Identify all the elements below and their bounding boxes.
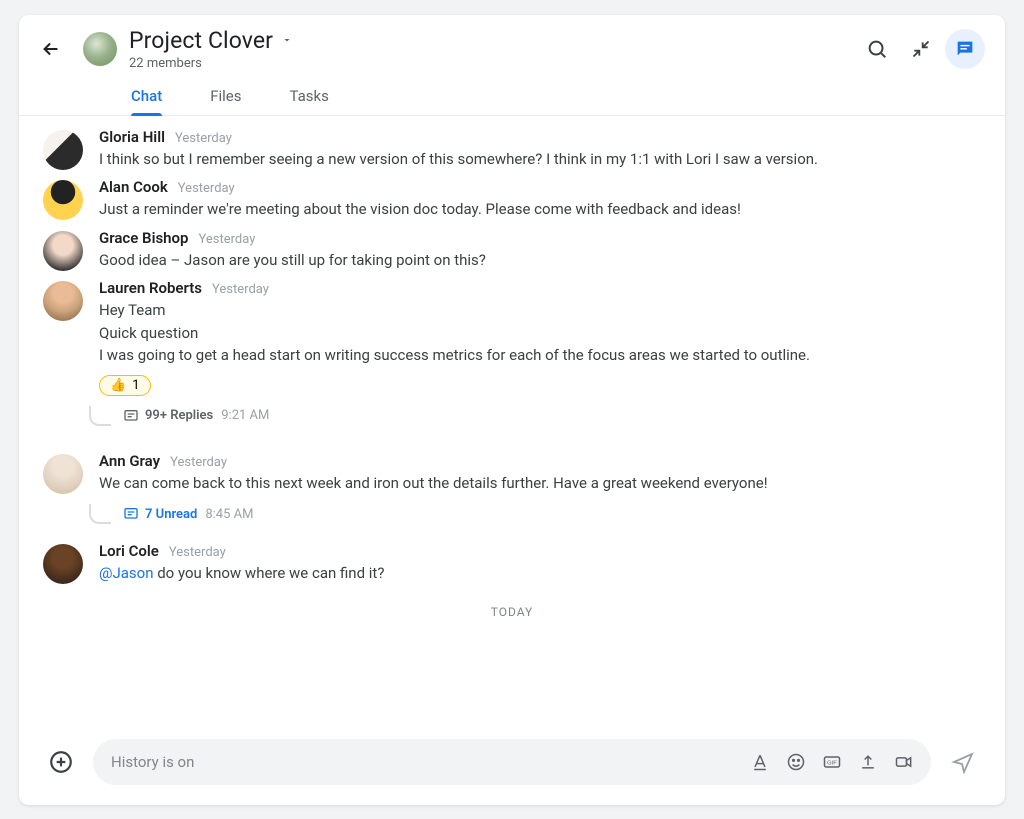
author: Gloria Hill: [99, 128, 165, 146]
message: Lauren Roberts Yesterday Hey Team Quick …: [43, 273, 981, 428]
message-text: Hey Team Quick question I was going to g…: [99, 299, 981, 367]
avatar[interactable]: [43, 454, 83, 494]
chat-app: Project Clover 22 members Chat Files Tas…: [19, 15, 1005, 805]
gif-icon: GIF: [822, 752, 842, 772]
chat-icon: [954, 38, 976, 60]
arrow-left-icon: [40, 38, 62, 60]
avatar[interactable]: [43, 281, 83, 321]
avatar[interactable]: [43, 180, 83, 220]
message-text: We can come back to this next week and i…: [99, 472, 981, 495]
thread-link[interactable]: 99+ Replies 9:21 AM: [89, 406, 981, 426]
upload-button[interactable]: [851, 745, 885, 779]
avatar[interactable]: [43, 130, 83, 170]
search-icon: [866, 38, 888, 60]
author: Grace Bishop: [99, 229, 188, 247]
reaction-emoji: 👍: [110, 378, 126, 393]
format-button[interactable]: [743, 745, 777, 779]
back-button[interactable]: [31, 29, 71, 69]
timestamp: Yesterday: [178, 181, 235, 196]
message-text: Just a reminder we're meeting about the …: [99, 198, 981, 221]
message: Grace Bishop Yesterday Good idea – Jason…: [43, 223, 981, 274]
tab-tasks[interactable]: Tasks: [288, 79, 331, 115]
message-input[interactable]: History is on GIF: [93, 739, 931, 785]
timestamp: Yesterday: [170, 455, 227, 470]
reaction-count: 1: [132, 378, 139, 393]
thread-connector-icon: [89, 504, 111, 524]
author: Lori Cole: [99, 542, 159, 560]
room-title[interactable]: Project Clover: [129, 27, 273, 54]
message: Alan Cook Yesterday Just a reminder we'r…: [43, 172, 981, 223]
message-text: I think so but I remember seeing a new v…: [99, 148, 981, 171]
video-button[interactable]: [887, 745, 921, 779]
send-icon: [951, 750, 975, 774]
header-actions: [857, 29, 985, 69]
mention[interactable]: @Jason: [99, 564, 154, 582]
emoji-icon: [786, 752, 806, 772]
date-divider: TODAY: [43, 587, 981, 649]
chevron-down-icon: [281, 34, 293, 46]
input-placeholder: History is on: [111, 753, 737, 771]
message-list[interactable]: Gloria Hill Yesterday I think so but I r…: [19, 116, 1005, 729]
emoji-button[interactable]: [779, 745, 813, 779]
author: Lauren Roberts: [99, 279, 202, 297]
avatar[interactable]: [43, 231, 83, 271]
composer-tools: GIF: [743, 745, 921, 779]
message: Gloria Hill Yesterday I think so but I r…: [43, 122, 981, 173]
title-block: Project Clover 22 members: [129, 27, 845, 71]
format-text-icon: [750, 752, 770, 772]
tabs: Chat Files Tasks: [19, 71, 1005, 116]
thread-link[interactable]: 7 Unread 8:45 AM: [89, 504, 981, 524]
tab-files[interactable]: Files: [208, 79, 243, 115]
room-menu-caret[interactable]: [281, 34, 293, 46]
timestamp: Yesterday: [212, 282, 269, 297]
collapse-button[interactable]: [901, 29, 941, 69]
composer: History is on GIF: [19, 729, 1005, 805]
unread-replies-icon: [123, 506, 139, 522]
search-button[interactable]: [857, 29, 897, 69]
gif-button[interactable]: GIF: [815, 745, 849, 779]
author: Alan Cook: [99, 178, 168, 196]
thread-time: 8:45 AM: [205, 507, 253, 522]
thread-label: 7 Unread: [145, 507, 197, 522]
message-text: @Jason do you know where we can find it?: [99, 562, 981, 585]
message-text: Good idea – Jason are you still up for t…: [99, 249, 981, 272]
replies-icon: [123, 408, 139, 424]
svg-text:GIF: GIF: [827, 760, 837, 766]
message: Ann Gray Yesterday We can come back to t…: [43, 446, 981, 527]
timestamp: Yesterday: [198, 232, 255, 247]
open-chat-button[interactable]: [945, 29, 985, 69]
collapse-icon: [911, 39, 931, 59]
timestamp: Yesterday: [175, 131, 232, 146]
room-avatar[interactable]: [83, 32, 117, 66]
timestamp: Yesterday: [169, 545, 226, 560]
add-attachment-button[interactable]: [43, 744, 79, 780]
member-count: 22 members: [129, 56, 845, 71]
reaction-chip[interactable]: 👍 1: [99, 375, 151, 396]
header: Project Clover 22 members: [19, 15, 1005, 71]
author: Ann Gray: [99, 452, 160, 470]
thread-connector-icon: [89, 406, 111, 426]
message: Lori Cole Yesterday @Jason do you know w…: [43, 536, 981, 587]
thread-label: 99+ Replies: [145, 408, 213, 423]
send-button[interactable]: [945, 744, 981, 780]
thread-time: 9:21 AM: [221, 408, 269, 423]
plus-circle-icon: [48, 749, 74, 775]
upload-icon: [858, 752, 878, 772]
video-icon: [894, 752, 914, 772]
tab-chat[interactable]: Chat: [129, 79, 164, 115]
avatar[interactable]: [43, 544, 83, 584]
